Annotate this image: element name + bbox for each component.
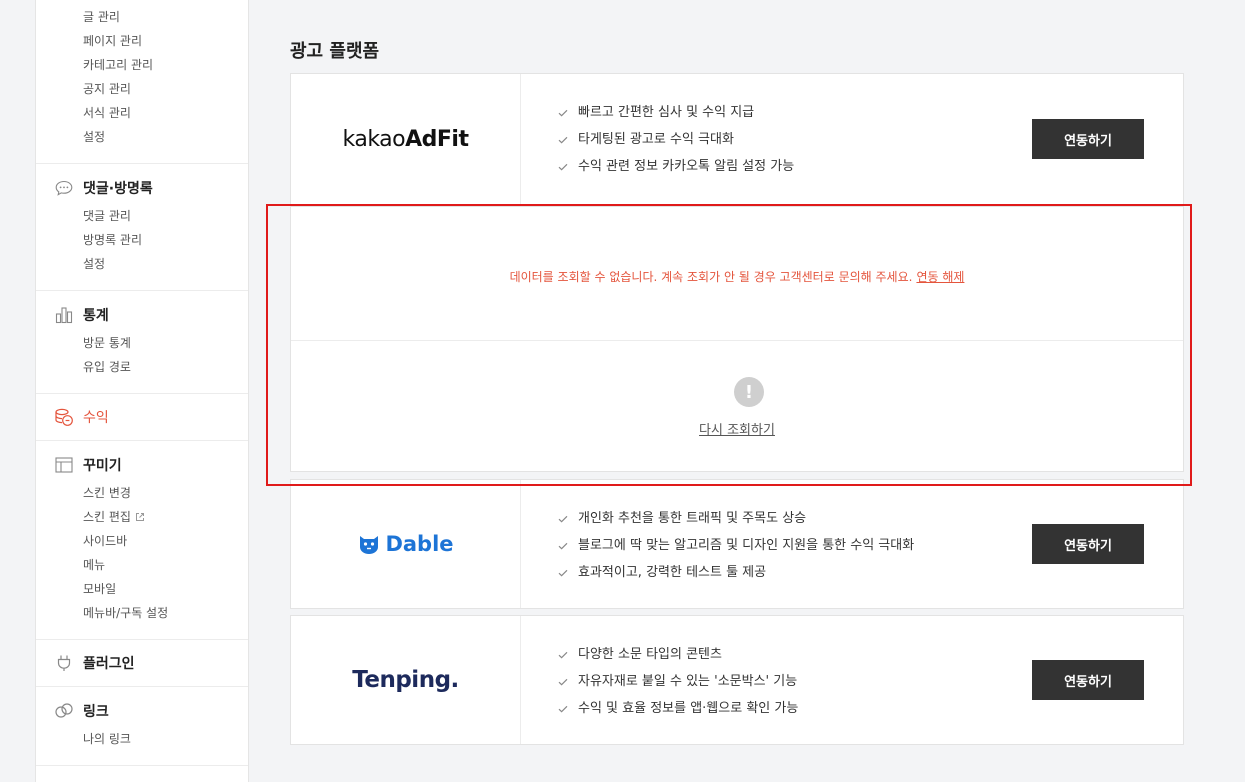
sidebar-divider: [36, 765, 248, 766]
feature-text: 빠르고 간편한 심사 및 수익 지급: [578, 105, 755, 120]
layout-icon: [54, 455, 74, 475]
exclamation-circle-icon: !: [734, 377, 764, 407]
feature-text: 수익 및 효율 정보를 앱·웹으로 확인 가능: [578, 701, 799, 716]
sidebar-header-label: 링크: [83, 704, 109, 720]
sidebar-header-label: 수익: [83, 410, 109, 426]
chain-link-icon: [54, 701, 74, 721]
speech-bubble-icon: [54, 178, 74, 198]
retry-link[interactable]: 다시 조회하기: [291, 419, 1183, 438]
feature-text: 자유자재로 붙일 수 있는 '소문박스' 기능: [578, 674, 798, 689]
sidebar-item-guestbook-manage[interactable]: 방명록 관리: [83, 232, 142, 248]
logo-text-bold: AdFit: [405, 126, 469, 152]
feature-item: 자유자재로 붙일 수 있는 '소문박스' 기능: [557, 668, 798, 695]
sidebar-item-skin-change[interactable]: 스킨 변경: [83, 485, 131, 501]
sidebar-item-page-manage[interactable]: 페이지 관리: [83, 33, 142, 49]
logo-text-light: kakao: [342, 126, 406, 152]
sidebar-item-referrer[interactable]: 유입 경로: [83, 359, 131, 375]
sidebar-divider: [36, 440, 248, 441]
sidebar-item-mobile[interactable]: 모바일: [83, 581, 116, 597]
plug-icon: [54, 653, 74, 673]
sidebar: 글 관리 페이지 관리 카테고리 관리 공지 관리 서식 관리 설정 댓글·방명…: [35, 0, 249, 782]
sidebar-item-post-manage[interactable]: 글 관리: [83, 9, 120, 25]
sidebar-item-category-manage[interactable]: 카테고리 관리: [83, 57, 153, 73]
feature-text: 블로그에 딱 맞는 알고리즘 및 디자인 지원을 통한 수익 극대화: [578, 538, 915, 553]
sidebar-header-decorate[interactable]: 꾸미기: [54, 455, 122, 475]
external-link-icon: [135, 513, 144, 521]
feature-item: 빠르고 간편한 심사 및 수익 지급: [557, 99, 794, 126]
feature-list: 빠르고 간편한 심사 및 수익 지급 타게팅된 광고로 수익 극대화 수익 관련…: [557, 99, 794, 180]
connect-button-tenping[interactable]: 연동하기: [1032, 660, 1144, 700]
sidebar-divider: [36, 290, 248, 291]
feature-item: 다양한 소문 타입의 콘텐츠: [557, 641, 798, 668]
feature-text: 수익 관련 정보 카카오톡 알림 설정 가능: [578, 159, 795, 174]
sidebar-item-comment-settings[interactable]: 설정: [83, 256, 105, 272]
sidebar-header-comments[interactable]: 댓글·방명록: [54, 178, 153, 198]
dable-cat-icon: [360, 536, 379, 554]
sidebar-item-menu[interactable]: 메뉴: [83, 557, 105, 573]
tenping-logo: Tenping.: [291, 616, 521, 744]
sidebar-divider: [36, 639, 248, 640]
feature-item: 타게팅된 광고로 수익 극대화: [557, 126, 794, 153]
check-icon: [557, 540, 569, 552]
error-panel: 데이터를 조회할 수 없습니다. 계속 조회가 안 될 경우 고객센터로 문의해…: [290, 206, 1184, 472]
error-message-row: 데이터를 조회할 수 없습니다. 계속 조회가 안 될 경우 고객센터로 문의해…: [291, 268, 1183, 285]
check-icon: [557, 567, 569, 579]
kakao-adfit-logo: kakaoAdFit: [291, 74, 521, 204]
sidebar-item-template-manage[interactable]: 서식 관리: [83, 105, 131, 121]
platform-card-kakao-adfit: kakaoAdFit 빠르고 간편한 심사 및 수익 지급 타게팅된 광고로 수…: [290, 73, 1184, 205]
check-icon: [557, 134, 569, 146]
feature-text: 개인화 추천을 통한 트래픽 및 주목도 상승: [578, 511, 807, 526]
platform-card-dable: Dable 개인화 추천을 통한 트래픽 및 주목도 상승 블로그에 딱 맞는 …: [290, 479, 1184, 609]
feature-item: 효과적이고, 강력한 테스트 툴 제공: [557, 559, 914, 586]
feature-text: 타게팅된 광고로 수익 극대화: [578, 132, 734, 147]
feature-text: 효과적이고, 강력한 테스트 툴 제공: [578, 565, 767, 580]
coins-icon: [54, 407, 74, 427]
sidebar-header-revenue[interactable]: 수익: [54, 407, 109, 427]
feature-item: 수익 관련 정보 카카오톡 알림 설정 가능: [557, 153, 794, 180]
feature-item: 블로그에 딱 맞는 알고리즘 및 디자인 지원을 통한 수익 극대화: [557, 532, 914, 559]
connect-button-kakao-adfit[interactable]: 연동하기: [1032, 119, 1144, 159]
sidebar-header-stats[interactable]: 통계: [54, 305, 109, 325]
feature-item: 수익 및 효율 정보를 앱·웹으로 확인 가능: [557, 695, 798, 722]
sidebar-header-label: 댓글·방명록: [83, 181, 153, 197]
error-message: 데이터를 조회할 수 없습니다. 계속 조회가 안 될 경우 고객센터로 문의해…: [509, 270, 913, 284]
sidebar-item-menubar-subscribe[interactable]: 메뉴바/구독 설정: [83, 605, 168, 621]
sidebar-divider: [36, 393, 248, 394]
sidebar-header-link[interactable]: 링크: [54, 701, 109, 721]
dable-logo: Dable: [291, 480, 521, 608]
check-icon: [557, 513, 569, 525]
bar-chart-icon: [54, 305, 74, 325]
sidebar-divider: [36, 686, 248, 687]
logo-text: Tenping.: [352, 667, 459, 693]
sidebar-item-my-link[interactable]: 나의 링크: [83, 731, 131, 747]
check-icon: [557, 703, 569, 715]
check-icon: [557, 107, 569, 119]
check-icon: [557, 676, 569, 688]
platform-card-tenping: Tenping. 다양한 소문 타입의 콘텐츠 자유자재로 붙일 수 있는 '소…: [290, 615, 1184, 745]
feature-list: 다양한 소문 타입의 콘텐츠 자유자재로 붙일 수 있는 '소문박스' 기능 수…: [557, 641, 798, 722]
sidebar-item-sidebar[interactable]: 사이드바: [83, 533, 127, 549]
sidebar-item-visit-stats[interactable]: 방문 통계: [83, 335, 131, 351]
logo-text: Dable: [385, 532, 454, 556]
feature-text: 다양한 소문 타입의 콘텐츠: [578, 647, 722, 662]
page-title: 광고 플랫폼: [290, 41, 380, 62]
sidebar-item-notice-manage[interactable]: 공지 관리: [83, 81, 131, 97]
check-icon: [557, 161, 569, 173]
feature-item: 개인화 추천을 통한 트래픽 및 주목도 상승: [557, 505, 914, 532]
sidebar-header-plugin[interactable]: 플러그인: [54, 653, 135, 673]
sidebar-item-comment-manage[interactable]: 댓글 관리: [83, 208, 131, 224]
sidebar-header-label: 꾸미기: [83, 458, 122, 474]
sidebar-item-skin-edit[interactable]: 스킨 편집: [83, 509, 145, 525]
sidebar-divider: [36, 163, 248, 164]
sidebar-header-label: 플러그인: [83, 656, 135, 672]
check-icon: [557, 649, 569, 661]
sidebar-item-post-settings[interactable]: 설정: [83, 129, 105, 145]
unlink-link[interactable]: 연동 해제: [916, 270, 964, 284]
connect-button-dable[interactable]: 연동하기: [1032, 524, 1144, 564]
feature-list: 개인화 추천을 통한 트래픽 및 주목도 상승 블로그에 딱 맞는 알고리즘 및…: [557, 505, 914, 586]
sidebar-header-label: 통계: [83, 308, 109, 324]
sidebar-item-label: 스킨 편집: [83, 510, 131, 524]
error-panel-divider: [291, 340, 1183, 341]
